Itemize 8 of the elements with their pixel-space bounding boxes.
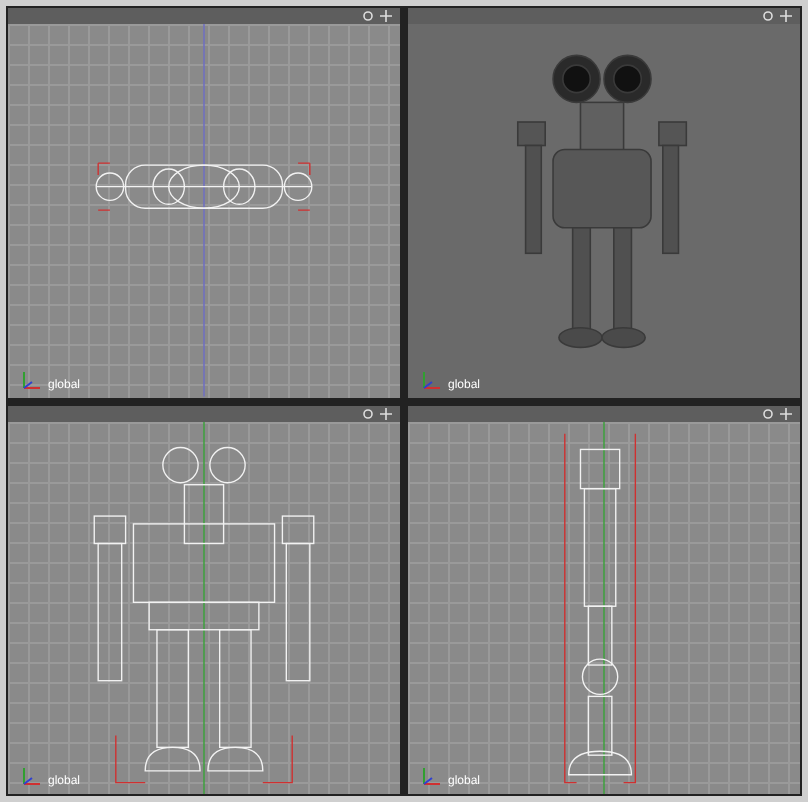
axis-gizmo-icon (420, 764, 444, 788)
move-icon[interactable] (380, 10, 392, 23)
move-icon[interactable] (380, 407, 392, 420)
axis-gizmo-icon (20, 764, 44, 788)
axis-gizmo-icon (420, 367, 444, 391)
move-icon[interactable] (780, 10, 792, 23)
axis-gizmo-icon (20, 367, 44, 391)
move-icon[interactable] (780, 407, 792, 420)
